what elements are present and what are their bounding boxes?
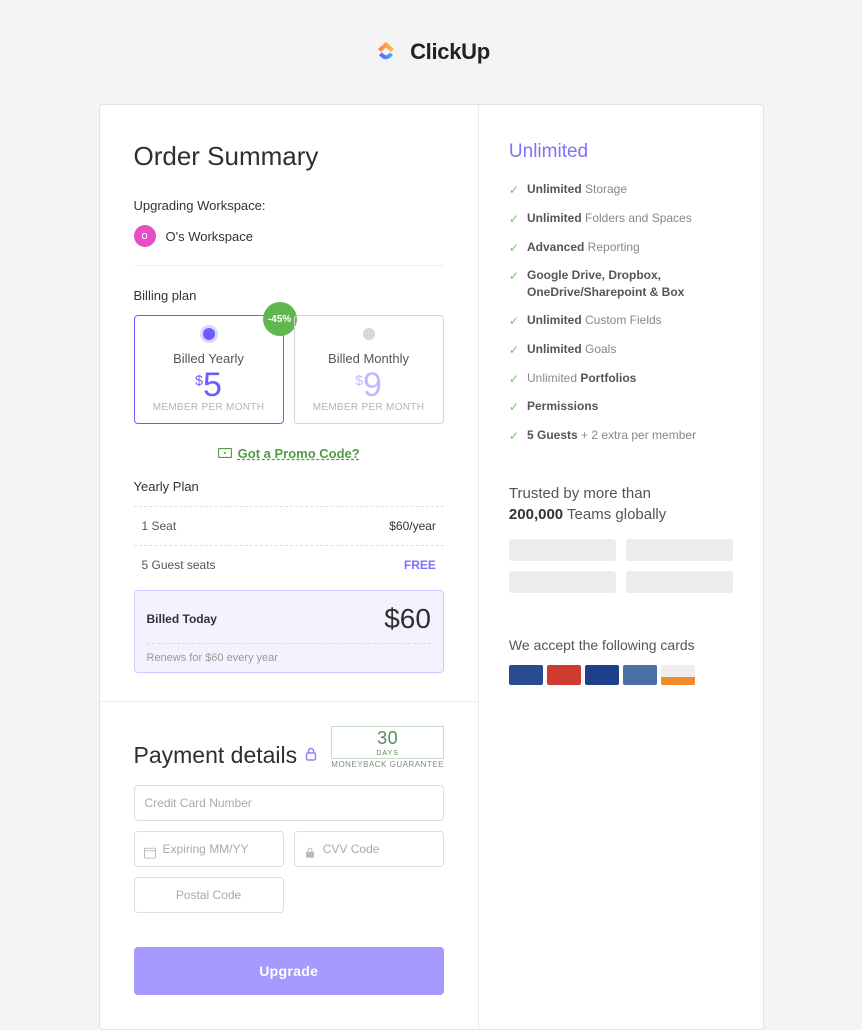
check-icon: ✓ xyxy=(509,399,519,416)
brand-logo-icon xyxy=(372,38,400,66)
maestro-icon xyxy=(585,665,619,685)
payment-title: Payment details xyxy=(134,742,318,769)
visa-icon xyxy=(509,665,543,685)
check-icon: ✓ xyxy=(509,268,519,285)
feature-item: ✓5 Guests + 2 extra per member xyxy=(509,427,733,445)
upgrade-button[interactable]: Upgrade xyxy=(134,947,444,995)
truste-badge-icon xyxy=(509,539,616,561)
seat-label: 1 Seat xyxy=(142,519,177,533)
discount-badge: -45% xyxy=(263,302,297,336)
check-icon: ✓ xyxy=(509,342,519,359)
workspace-name: O's Workspace xyxy=(166,229,254,244)
moneyback-badge-icon xyxy=(626,571,733,593)
feature-list: ✓Unlimited Storage ✓Unlimited Folders an… xyxy=(509,181,733,445)
plan-yearly-card[interactable]: -45% Billed Yearly $ 5 MEMBER PER MONTH xyxy=(134,315,284,424)
page-title: Order Summary xyxy=(134,141,444,172)
plan-yearly-radio xyxy=(203,328,215,340)
feature-item: ✓Unlimited Goals xyxy=(509,341,733,359)
cc-expiry-input[interactable] xyxy=(134,831,284,867)
feature-item: ✓Unlimited Portfolios xyxy=(509,370,733,388)
cc-number-input[interactable] xyxy=(134,785,444,821)
promo-code-link[interactable]: Got a Promo Code? xyxy=(238,446,360,461)
check-icon: ✓ xyxy=(509,371,519,388)
plan-yearly-sub: MEMBER PER MONTH xyxy=(141,402,277,413)
mastercard-icon xyxy=(547,665,581,685)
moneyback-guarantee: 30 DAYS MONEYBACK GUARANTEE xyxy=(331,726,444,769)
check-icon: ✓ xyxy=(509,428,519,445)
trust-badges xyxy=(509,539,733,593)
app-header: ClickUp xyxy=(0,0,862,104)
upgrading-label: Upgrading Workspace: xyxy=(134,198,444,213)
billed-today-box: Billed Today $60 Renews for $60 every ye… xyxy=(134,590,444,673)
renew-text: Renews for $60 every year xyxy=(147,644,431,664)
cards-accept-label: We accept the following cards xyxy=(509,637,733,653)
amex-icon xyxy=(623,665,657,685)
currency-symbol: $ xyxy=(195,372,203,388)
check-icon: ✓ xyxy=(509,182,519,199)
currency-symbol: $ xyxy=(355,372,363,388)
lock-icon xyxy=(305,747,317,764)
cc-cvv-input[interactable] xyxy=(294,831,444,867)
workspace-avatar: o xyxy=(134,225,156,247)
seat-price: $60/year xyxy=(389,519,436,533)
guest-label: 5 Guest seats xyxy=(142,558,216,572)
discover-icon xyxy=(661,665,695,685)
feature-item: ✓Permissions xyxy=(509,398,733,416)
check-icon: ✓ xyxy=(509,313,519,330)
divider xyxy=(134,265,444,266)
feature-item: ✓Unlimited Folders and Spaces xyxy=(509,210,733,228)
norton-badge-icon xyxy=(509,571,616,593)
plan-monthly-label: Billed Monthly xyxy=(301,351,437,366)
line-seat: 1 Seat $60/year xyxy=(134,506,444,545)
plan-monthly-sub: MEMBER PER MONTH xyxy=(301,402,437,413)
plan-yearly-label: Billed Yearly xyxy=(141,351,277,366)
plan-monthly-price: 9 xyxy=(363,368,382,402)
postal-code-input[interactable] xyxy=(134,877,284,913)
trusted-text: Trusted by more than 200,000 Teams globa… xyxy=(509,483,733,525)
workspace-row: o O's Workspace xyxy=(134,225,444,247)
yearly-plan-heading: Yearly Plan xyxy=(134,479,444,494)
billed-today-label: Billed Today xyxy=(147,612,217,626)
feature-item: ✓Unlimited Custom Fields xyxy=(509,312,733,330)
plan-monthly-radio xyxy=(363,328,375,340)
plan-monthly-card[interactable]: Billed Monthly $ 9 MEMBER PER MONTH xyxy=(294,315,444,424)
feature-item: ✓Google Drive, Dropbox, OneDrive/Sharepo… xyxy=(509,267,733,301)
check-icon: ✓ xyxy=(509,211,519,228)
billing-section-label: Billing plan xyxy=(134,288,444,303)
feature-item: ✓Advanced Reporting xyxy=(509,239,733,257)
card-logos xyxy=(509,665,733,685)
feature-item: ✓Unlimited Storage xyxy=(509,181,733,199)
checkout-card: Order Summary Upgrading Workspace: o O's… xyxy=(99,104,764,1030)
brand-name: ClickUp xyxy=(410,39,490,65)
billed-today-amount: $60 xyxy=(384,603,431,635)
ticket-icon xyxy=(218,447,232,461)
calendar-icon xyxy=(144,847,156,859)
plan-name: Unlimited xyxy=(509,141,733,163)
lock-small-icon xyxy=(304,847,316,859)
check-icon: ✓ xyxy=(509,240,519,257)
line-guest: 5 Guest seats FREE xyxy=(134,545,444,584)
bbb-badge-icon xyxy=(626,539,733,561)
guest-price: FREE xyxy=(404,558,436,572)
plan-yearly-price: 5 xyxy=(203,368,222,402)
